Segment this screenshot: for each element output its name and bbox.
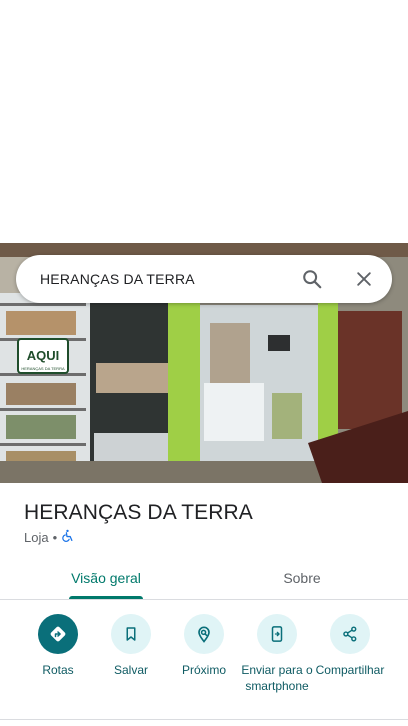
nearby-button[interactable]: Próximo: [164, 614, 244, 678]
directions-label: Rotas: [42, 663, 74, 677]
active-tab-indicator: [69, 596, 143, 599]
share-button[interactable]: Compartilhar: [310, 614, 390, 678]
place-tabs: Visão geral Sobre: [0, 556, 408, 600]
action-bar: Rotas Salvar Próximo Enviar para o smart…: [0, 614, 408, 714]
search-input[interactable]: HERANÇAS DA TERRA: [40, 271, 292, 287]
divider: [0, 719, 408, 720]
close-icon[interactable]: [344, 259, 384, 299]
send-to-phone-button[interactable]: Enviar para o smartphone: [237, 614, 317, 694]
share-icon: [330, 614, 370, 654]
tab-about[interactable]: Sobre: [196, 556, 408, 600]
place-sheet: AQUI HERANÇAS DA TERRA HERANÇAS DA TERRA: [0, 0, 408, 726]
place-title: HERANÇAS DA TERRA: [24, 501, 253, 524]
separator-dot: •: [52, 529, 58, 545]
tab-overview[interactable]: Visão geral: [0, 556, 212, 600]
search-icon[interactable]: [292, 259, 332, 299]
save-button[interactable]: Salvar: [91, 614, 171, 678]
search-bar[interactable]: HERANÇAS DA TERRA: [16, 255, 392, 303]
nearby-label: Próximo: [181, 663, 226, 677]
storefront-sign-text: AQUI: [27, 348, 60, 363]
save-label: Salvar: [113, 663, 148, 677]
send-to-phone-icon: [257, 614, 297, 654]
place-category: Loja: [24, 529, 49, 545]
wheelchair-icon: [61, 529, 74, 545]
share-label: Compartilhar: [315, 663, 385, 677]
bookmark-icon: [111, 614, 151, 654]
nearby-icon: [184, 614, 224, 654]
place-subtitle: Loja •: [24, 529, 74, 545]
directions-button[interactable]: Rotas: [18, 614, 98, 678]
storefront-sign-subtext: HERANÇAS DA TERRA: [21, 366, 65, 371]
directions-icon: [38, 614, 78, 654]
send-to-phone-label: Enviar para o smartphone: [241, 663, 313, 693]
